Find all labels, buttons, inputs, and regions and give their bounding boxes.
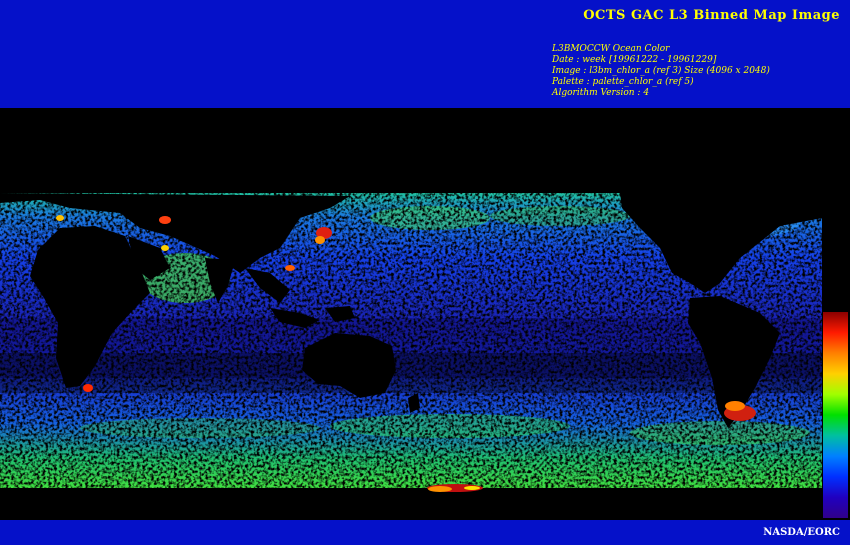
antarctica-landmass xyxy=(0,488,822,520)
chlorophyll-map xyxy=(0,108,850,520)
footer-banner: NASDA/EORC xyxy=(0,520,850,545)
meta-product-line: L3BMOCCW Ocean Color xyxy=(552,44,670,54)
arctic-nodata xyxy=(0,108,850,193)
meta-palette-line: Palette : palette_chlor_a (ref 5) xyxy=(552,77,694,87)
metadata-block: L3BMOCCW Ocean Color Date : week [199612… xyxy=(552,44,770,99)
ocean-color-map-graphic xyxy=(0,108,850,520)
meta-image-line: Image : l3bm_chlor_a (ref 3) Size (4096 … xyxy=(552,66,770,76)
image-title: OCTS GAC L3 Binned Map Image xyxy=(583,8,840,23)
header-banner: OCTS GAC L3 Binned Map Image L3BMOCCW Oc… xyxy=(0,0,850,108)
chlorophyll-colorbar xyxy=(823,312,848,518)
meta-algorithm-line: Algorithm Version : 4 xyxy=(552,88,650,98)
meta-date-line: Date : week [19961222 - 19961229] xyxy=(552,55,717,65)
credit-label: NASDA/EORC xyxy=(763,527,840,538)
